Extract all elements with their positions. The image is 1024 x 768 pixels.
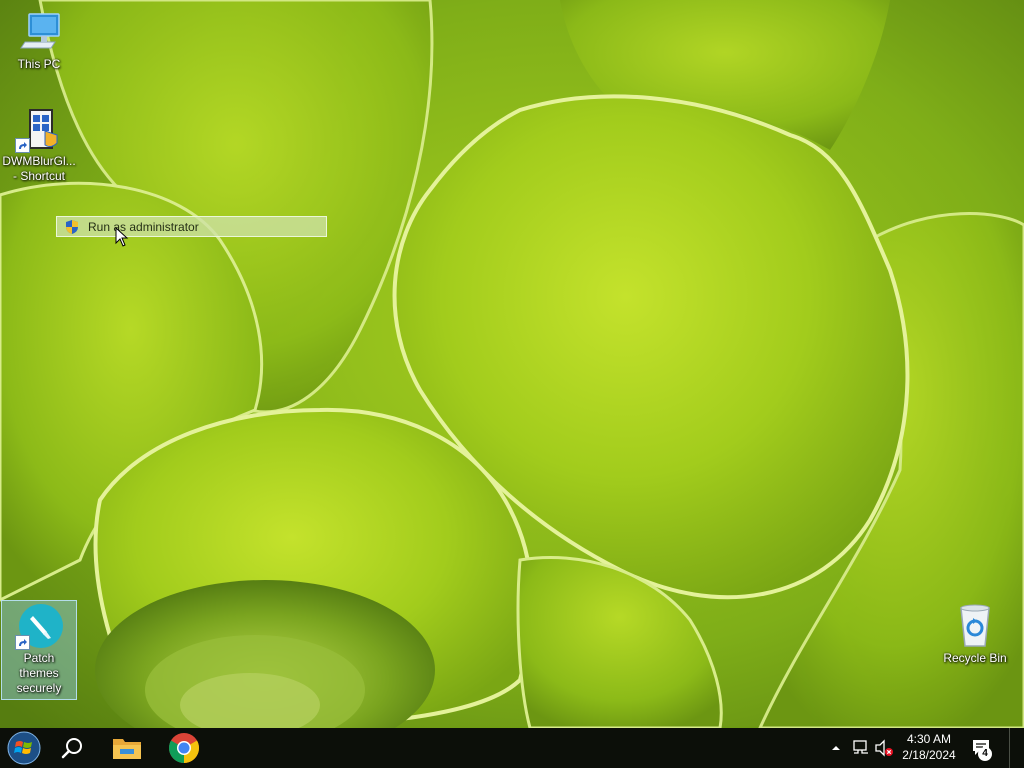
computer-monitor-icon — [15, 8, 63, 56]
notification-count-badge: 4 — [978, 747, 992, 761]
search-button[interactable] — [48, 728, 96, 768]
wallpaper-succulent — [0, 0, 1024, 728]
clock-button[interactable]: 4:30 AM 2/18/2024 — [898, 731, 960, 763]
volume-tray-button[interactable] — [874, 739, 896, 757]
desktop-icon-label: Patch themes securely — [16, 651, 62, 695]
network-disconnected-icon — [851, 740, 871, 761]
uac-shield-icon — [64, 219, 80, 238]
volume-muted-icon — [874, 739, 896, 761]
mouse-cursor-icon — [115, 226, 129, 252]
recycle-bin-icon — [951, 602, 999, 650]
shortcut-arrow-icon — [15, 138, 30, 153]
context-menu: Run as administrator — [56, 216, 327, 237]
shortcut-arrow-icon — [15, 635, 30, 650]
clock-date: 2/18/2024 — [902, 748, 956, 762]
desktop-icon-recycle-bin[interactable]: Recycle Bin — [937, 600, 1013, 669]
paintbrush-app-icon — [15, 602, 63, 650]
taskbar-file-explorer[interactable] — [103, 728, 151, 768]
desktop[interactable]: This PC DWMBlurGl... - Shortcut Patch th… — [0, 0, 1024, 728]
desktop-icon-label: Recycle Bin — [943, 651, 1007, 665]
taskbar: 4:30 AM 2/18/2024 4 — [0, 728, 1024, 768]
chevron-up-icon — [829, 743, 843, 760]
show-hidden-icons-button[interactable] — [829, 740, 843, 756]
desktop-icon-label: This PC — [17, 57, 61, 71]
show-desktop-button[interactable] — [1009, 728, 1024, 768]
start-button[interactable] — [0, 728, 48, 768]
context-menu-item-label: Run as administrator — [88, 220, 199, 234]
desktop-icon-dwmblurglass-shortcut[interactable]: DWMBlurGl... - Shortcut — [1, 103, 77, 187]
desktop-icon-this-pc[interactable]: This PC — [1, 6, 77, 75]
clock-time: 4:30 AM — [906, 732, 952, 746]
network-tray-button[interactable] — [851, 739, 871, 757]
action-center-button[interactable]: 4 — [966, 734, 996, 762]
dwmblurglass-app-icon — [15, 105, 63, 153]
taskbar-google-chrome[interactable] — [160, 728, 208, 768]
desktop-icon-label: DWMBlurGl... - Shortcut — [2, 154, 76, 183]
desktop-icon-patch-themes-securely[interactable]: Patch themes securely — [1, 600, 77, 700]
context-menu-item-run-as-administrator[interactable]: Run as administrator — [57, 217, 326, 236]
